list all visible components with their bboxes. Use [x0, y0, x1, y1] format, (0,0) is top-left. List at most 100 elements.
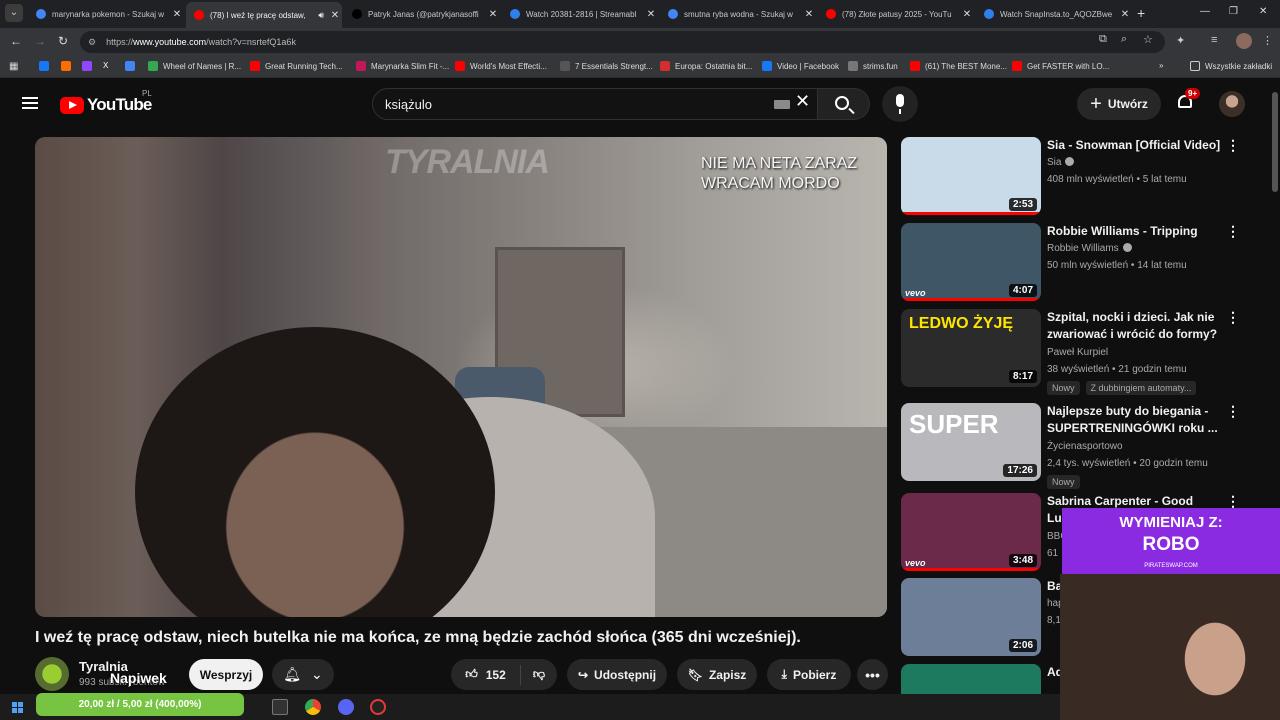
browser-tab[interactable]: (78) Złote patusy 2025 - YouTu ✕ — [818, 3, 974, 25]
recommendation-item[interactable]: 2:53 Sia - Snowman [Official Video] Sia 408… — [901, 137, 1241, 219]
media-icon[interactable]: ≡ — [1211, 34, 1217, 46]
twitch-icon[interactable] — [82, 61, 92, 71]
windows-start-icon[interactable] — [12, 702, 23, 713]
site-info-icon[interactable]: ⚙ — [88, 37, 96, 48]
recommendation-thumbnail[interactable]: LEDWO ŻYJĘ 8:17 — [901, 309, 1041, 387]
recommendation-item[interactable]: vevo 4:07 Robbie Williams - Tripping Robbie… — [901, 223, 1241, 305]
bookmark-item[interactable]: (61) The BEST Mone... — [910, 61, 1007, 71]
close-window-icon[interactable]: ✕ — [1259, 6, 1267, 17]
scrollbar[interactable] — [1272, 92, 1278, 192]
back-icon[interactable]: ← — [10, 34, 22, 48]
minimize-icon[interactable]: — — [1200, 6, 1210, 17]
voice-search-button[interactable] — [882, 86, 918, 122]
bookmark-icon[interactable] — [61, 61, 71, 71]
keyboard-icon[interactable] — [774, 100, 790, 109]
browser-tab[interactable]: Patryk Janas (@patrykjanasoffi ✕ — [344, 3, 500, 25]
recommendation-item[interactable]: LEDWO ŻYJĘ 8:17 Szpital, nocki i dzieci. J… — [901, 309, 1241, 395]
more-bookmarks-icon[interactable]: » — [1159, 61, 1163, 70]
more-actions-button[interactable]: ••• — [857, 659, 888, 690]
save-button[interactable]: 🔖︎ Zapisz — [677, 659, 757, 690]
bookmark-item[interactable]: Great Running Tech... — [250, 61, 343, 71]
maximize-icon[interactable]: ❐ — [1229, 6, 1238, 17]
close-tab-icon[interactable]: ✕ — [644, 9, 658, 20]
recommendation-item[interactable]: SUPER 17:26 Najlepsze buty do biegania - S… — [901, 403, 1241, 489]
bookmark-item[interactable]: Video | Facebook — [762, 61, 839, 71]
menu-icon[interactable] — [22, 97, 38, 109]
install-app-icon[interactable]: ⧉ — [1099, 33, 1107, 46]
support-button[interactable]: Wesprzyj — [189, 659, 263, 690]
close-tab-icon[interactable]: ✕ — [328, 10, 342, 21]
recommendation-thumbnail[interactable]: 2:06 — [901, 578, 1041, 656]
video-player[interactable]: TYRALNIA NIE MA NETA ZARAZ WRACAM MORDO — [35, 137, 887, 617]
browser-tab[interactable]: (78) I weź tę pracę odstaw, 🔊︎ ✕ — [186, 2, 342, 28]
tab-search-icon[interactable]: ⌄ — [5, 4, 23, 22]
audio-playing-icon[interactable]: 🔊︎ — [318, 10, 324, 21]
bookmark-label: Video | Facebook — [777, 61, 839, 71]
close-tab-icon[interactable]: ✕ — [486, 9, 500, 20]
bookmark-item[interactable]: Europa: Ostatnia bit... — [660, 61, 752, 71]
terminal-icon[interactable] — [272, 699, 288, 715]
zoom-icon[interactable]: ⌕ — [1121, 33, 1127, 46]
recommendation-thumbnail[interactable]: 2:53 — [901, 137, 1041, 215]
all-bookmarks[interactable]: Wszystkie zakładki — [1190, 61, 1272, 71]
bookmark-item[interactable]: strims.fun — [848, 61, 898, 71]
google-icon[interactable] — [125, 61, 135, 71]
address-bar[interactable]: ⚙ https://www.youtube.com/watch?v=nsrtef… — [80, 31, 1165, 53]
bookmark-item[interactable]: Marynarka Slim Fit -... — [356, 61, 449, 71]
clear-search-icon[interactable]: ✕ — [795, 91, 810, 112]
create-button[interactable]: + Utwórz — [1077, 88, 1161, 120]
obs-icon[interactable] — [370, 699, 386, 715]
bookmark-item[interactable]: Get FASTER with LO... — [1012, 61, 1109, 71]
thumbnail-text: LEDWO ŻYJĘ — [909, 315, 1014, 332]
video-watermark: TYRALNIA — [385, 143, 550, 181]
browser-tab[interactable]: smutna ryba wodna - Szukaj w ✕ — [660, 3, 816, 25]
search-input[interactable]: książulo — [372, 88, 818, 120]
browser-tab[interactable]: Watch 20381-2816 | Streamabl ✕ — [502, 3, 658, 25]
notifications-button[interactable]: 9+ — [1175, 88, 1201, 113]
recommendation-title[interactable]: Szpital, nocki i dzieci. Jak nie zwariow… — [1047, 309, 1223, 343]
recommendation-title[interactable]: Najlepsze buty do biegania - SUPERTRENIN… — [1047, 403, 1223, 437]
bookmark-item[interactable]: 7 Essentials Strengt... — [560, 61, 653, 71]
bookmark-item[interactable]: World's Most Effecti... — [455, 61, 547, 71]
more-options-icon[interactable]: ⋮ — [1226, 403, 1240, 420]
forward-icon[interactable]: → — [34, 34, 46, 48]
recommendation-thumbnail[interactable]: vevo 4:07 — [901, 223, 1041, 301]
recommendation-title[interactable]: Robbie Williams - Tripping — [1047, 223, 1223, 240]
chrome-icon[interactable] — [305, 699, 321, 715]
more-options-icon[interactable]: ⋮ — [1226, 137, 1240, 154]
recommendation-title[interactable]: Sia - Snowman [Official Video] — [1047, 137, 1223, 154]
thumbs-down-icon: 👎︎ — [532, 667, 546, 681]
close-tab-icon[interactable]: ✕ — [170, 9, 184, 20]
dislike-button[interactable]: 👎︎ — [521, 667, 557, 682]
profile-avatar[interactable] — [1236, 33, 1252, 49]
extensions-icon[interactable]: ✦ — [1176, 34, 1185, 47]
x-icon[interactable]: X — [103, 61, 108, 70]
browser-tab[interactable]: Watch SnapInsta.to_AQOZBwe ✕ — [976, 3, 1132, 25]
more-options-icon[interactable]: ⋮ — [1226, 223, 1240, 240]
account-avatar[interactable] — [1219, 91, 1245, 117]
close-tab-icon[interactable]: ✕ — [802, 9, 816, 20]
like-button[interactable]: 👍︎ 152 — [451, 664, 521, 685]
bookmark-item[interactable]: Wheel of Names | R... — [148, 61, 241, 71]
reload-icon[interactable]: ↻ — [58, 34, 68, 48]
new-tab-button[interactable]: + — [1137, 5, 1145, 21]
share-button[interactable]: ↪ Udostępnij — [567, 659, 667, 690]
channel-avatar[interactable] — [35, 657, 69, 691]
recommendation-meta: 50 mln wyświetleń • 14 lat temu — [1047, 260, 1187, 271]
search-button[interactable] — [818, 88, 870, 120]
download-button[interactable]: ⤓ Pobierz — [767, 659, 851, 690]
recommendation-thumbnail[interactable]: SUPER 17:26 — [901, 403, 1041, 481]
subscription-bell-button[interactable]: 🔔︎ ⌄ — [272, 659, 334, 690]
youtube-logo[interactable]: YouTube PL — [60, 89, 152, 115]
browser-menu-icon[interactable]: ⋮ — [1262, 34, 1273, 47]
close-tab-icon[interactable]: ✕ — [1118, 9, 1132, 20]
discord-icon[interactable] — [338, 699, 354, 715]
browser-tab[interactable]: marynarka pokemon - Szukaj w ✕ — [28, 3, 184, 25]
facebook-icon[interactable] — [39, 61, 49, 71]
channel-name: Sia — [1047, 157, 1062, 168]
apps-grid-icon[interactable]: ▦ — [9, 61, 18, 72]
more-options-icon[interactable]: ⋮ — [1226, 309, 1240, 326]
close-tab-icon[interactable]: ✕ — [960, 9, 974, 20]
recommendation-thumbnail[interactable]: vevo 3:48 — [901, 493, 1041, 571]
bookmark-star-icon[interactable]: ☆ — [1143, 33, 1153, 46]
